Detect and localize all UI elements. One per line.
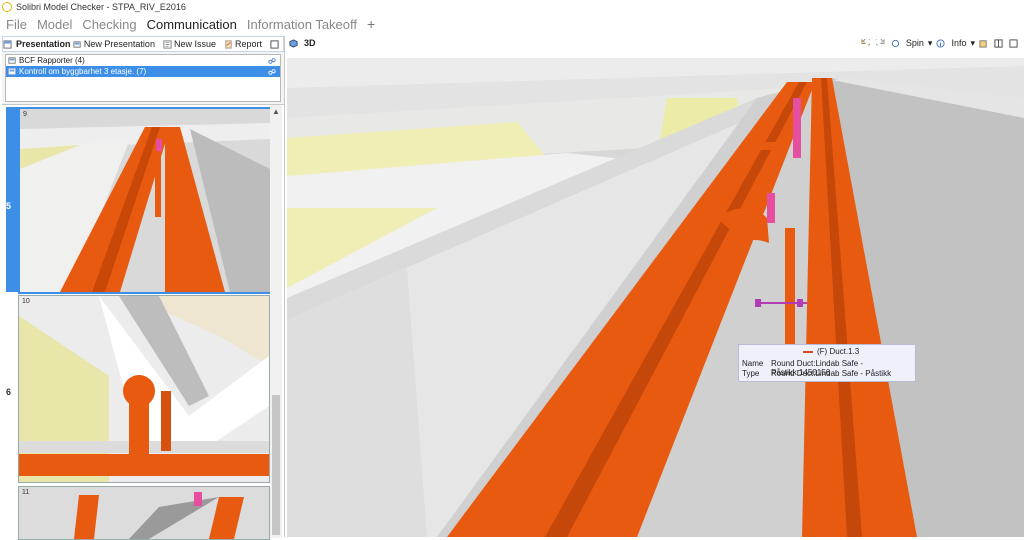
view-3d-panel: 3D Spin ▾ Info ▾ (F) Duct.1.3 Name Round… xyxy=(287,36,1024,537)
presentation-row[interactable]: BCF Rapporter (4) xyxy=(6,55,280,66)
menu-information-takeoff[interactable]: Information Takeoff xyxy=(247,17,357,32)
cube-view-icon[interactable] xyxy=(979,39,988,48)
report-button[interactable]: Report xyxy=(224,39,262,49)
menu-communication[interactable]: Communication xyxy=(147,17,237,32)
new-issue-icon xyxy=(163,39,172,49)
new-presentation-icon xyxy=(73,40,81,48)
view-3d-header: 3D Spin ▾ Info ▾ xyxy=(287,36,1024,50)
selected-slide-indicator xyxy=(6,107,18,292)
spin-dropdown[interactable]: Spin xyxy=(906,38,924,48)
slide-preview-image: 9 xyxy=(20,109,270,292)
view-number: 11 xyxy=(22,489,29,496)
new-issue-label: New Issue xyxy=(173,39,216,49)
presentation-list: BCF Rapporter (4) Kontroll om byggbarhet… xyxy=(5,54,281,102)
link-icon[interactable] xyxy=(268,57,276,65)
tooltip-title-text: (F) Duct.1.3 xyxy=(817,347,860,356)
presentation-row-selected[interactable]: Kontroll om byggbarhet 3 etasje. (7) xyxy=(6,66,280,77)
view-3d-icon xyxy=(289,38,298,48)
slide-number: 6 xyxy=(6,387,12,397)
slide-preview-image: 10 xyxy=(19,296,269,482)
tooltip-title: (F) Duct.1.3 xyxy=(803,347,859,356)
slide-number: 5 xyxy=(6,201,12,211)
redo-view-icon[interactable] xyxy=(875,38,885,48)
link-icon[interactable] xyxy=(268,68,276,76)
tooltip-name-key: Name xyxy=(742,359,764,368)
slide-preview-image: 11 xyxy=(19,487,269,539)
element-info-tooltip: (F) Duct.1.3 Name Round Duct:Lindab Safe… xyxy=(738,344,916,382)
view-3d-toolbar: Spin ▾ Info ▾ xyxy=(861,38,1020,49)
new-presentation-button[interactable]: New Presentation xyxy=(73,39,155,49)
thumbnail-scrollbar[interactable]: ▲ xyxy=(270,105,282,538)
chevron-down-icon[interactable]: ▾ xyxy=(928,38,933,49)
view-3d-label: 3D xyxy=(304,38,316,48)
layout-icon[interactable] xyxy=(994,38,1003,48)
maximize-icon xyxy=(270,39,279,49)
window-title: Solibri Model Checker - STPA_RIV_E2016 xyxy=(16,2,186,12)
presentation-row-label: BCF Rapporter (4) xyxy=(19,56,85,65)
view-number: 10 xyxy=(22,298,30,305)
tooltip-type-key: Type xyxy=(742,369,760,378)
panel-icon xyxy=(3,39,12,49)
presentation-panel: Presentation New Presentation New Issue … xyxy=(2,36,285,540)
maximize-panel-button[interactable] xyxy=(270,39,281,49)
slide-thumbnail[interactable]: 11 xyxy=(18,486,270,540)
tooltip-type-value: Round Duct:Lindab Safe - Påstikk xyxy=(771,369,892,378)
chevron-down-icon[interactable]: ▾ xyxy=(970,38,975,49)
new-issue-button[interactable]: New Issue xyxy=(163,39,216,49)
add-layout-button[interactable]: + xyxy=(367,16,375,32)
info-dropdown[interactable]: Info xyxy=(951,38,966,48)
model-3d-canvas[interactable] xyxy=(287,58,1024,537)
menu-file[interactable]: File xyxy=(6,17,27,32)
presentation-item-icon xyxy=(8,57,16,64)
maximize-view-icon[interactable] xyxy=(1009,38,1018,48)
slide-thumbnails: 5 9 6 10 11 ▲ xyxy=(2,104,284,540)
panel-title: Presentation xyxy=(16,39,71,49)
view-number: 9 xyxy=(23,111,27,118)
main-menu: File Model Checking Communication Inform… xyxy=(0,14,1024,34)
menu-checking[interactable]: Checking xyxy=(82,17,136,32)
menu-model[interactable]: Model xyxy=(37,17,72,32)
title-bar: Solibri Model Checker - STPA_RIV_E2016 xyxy=(0,0,1024,14)
presentation-row-label: Kontroll om byggbarhet 3 etasje. (7) xyxy=(19,67,147,76)
slide-thumbnail[interactable]: 10 xyxy=(18,295,270,483)
spin-icon xyxy=(891,39,900,47)
presentation-header: Presentation New Presentation New Issue … xyxy=(2,36,284,52)
slide-thumbnail[interactable]: 9 xyxy=(18,107,272,294)
duct-icon xyxy=(803,350,813,353)
scroll-up-icon[interactable]: ▲ xyxy=(272,107,280,116)
app-logo-icon xyxy=(2,2,12,12)
presentation-item-icon xyxy=(8,68,16,75)
undo-view-icon[interactable] xyxy=(861,38,870,48)
report-icon xyxy=(225,39,232,49)
scrollbar-thumb[interactable] xyxy=(272,395,280,535)
report-label: Report xyxy=(234,39,262,49)
new-presentation-label: New Presentation xyxy=(83,39,155,49)
info-icon xyxy=(936,38,946,48)
